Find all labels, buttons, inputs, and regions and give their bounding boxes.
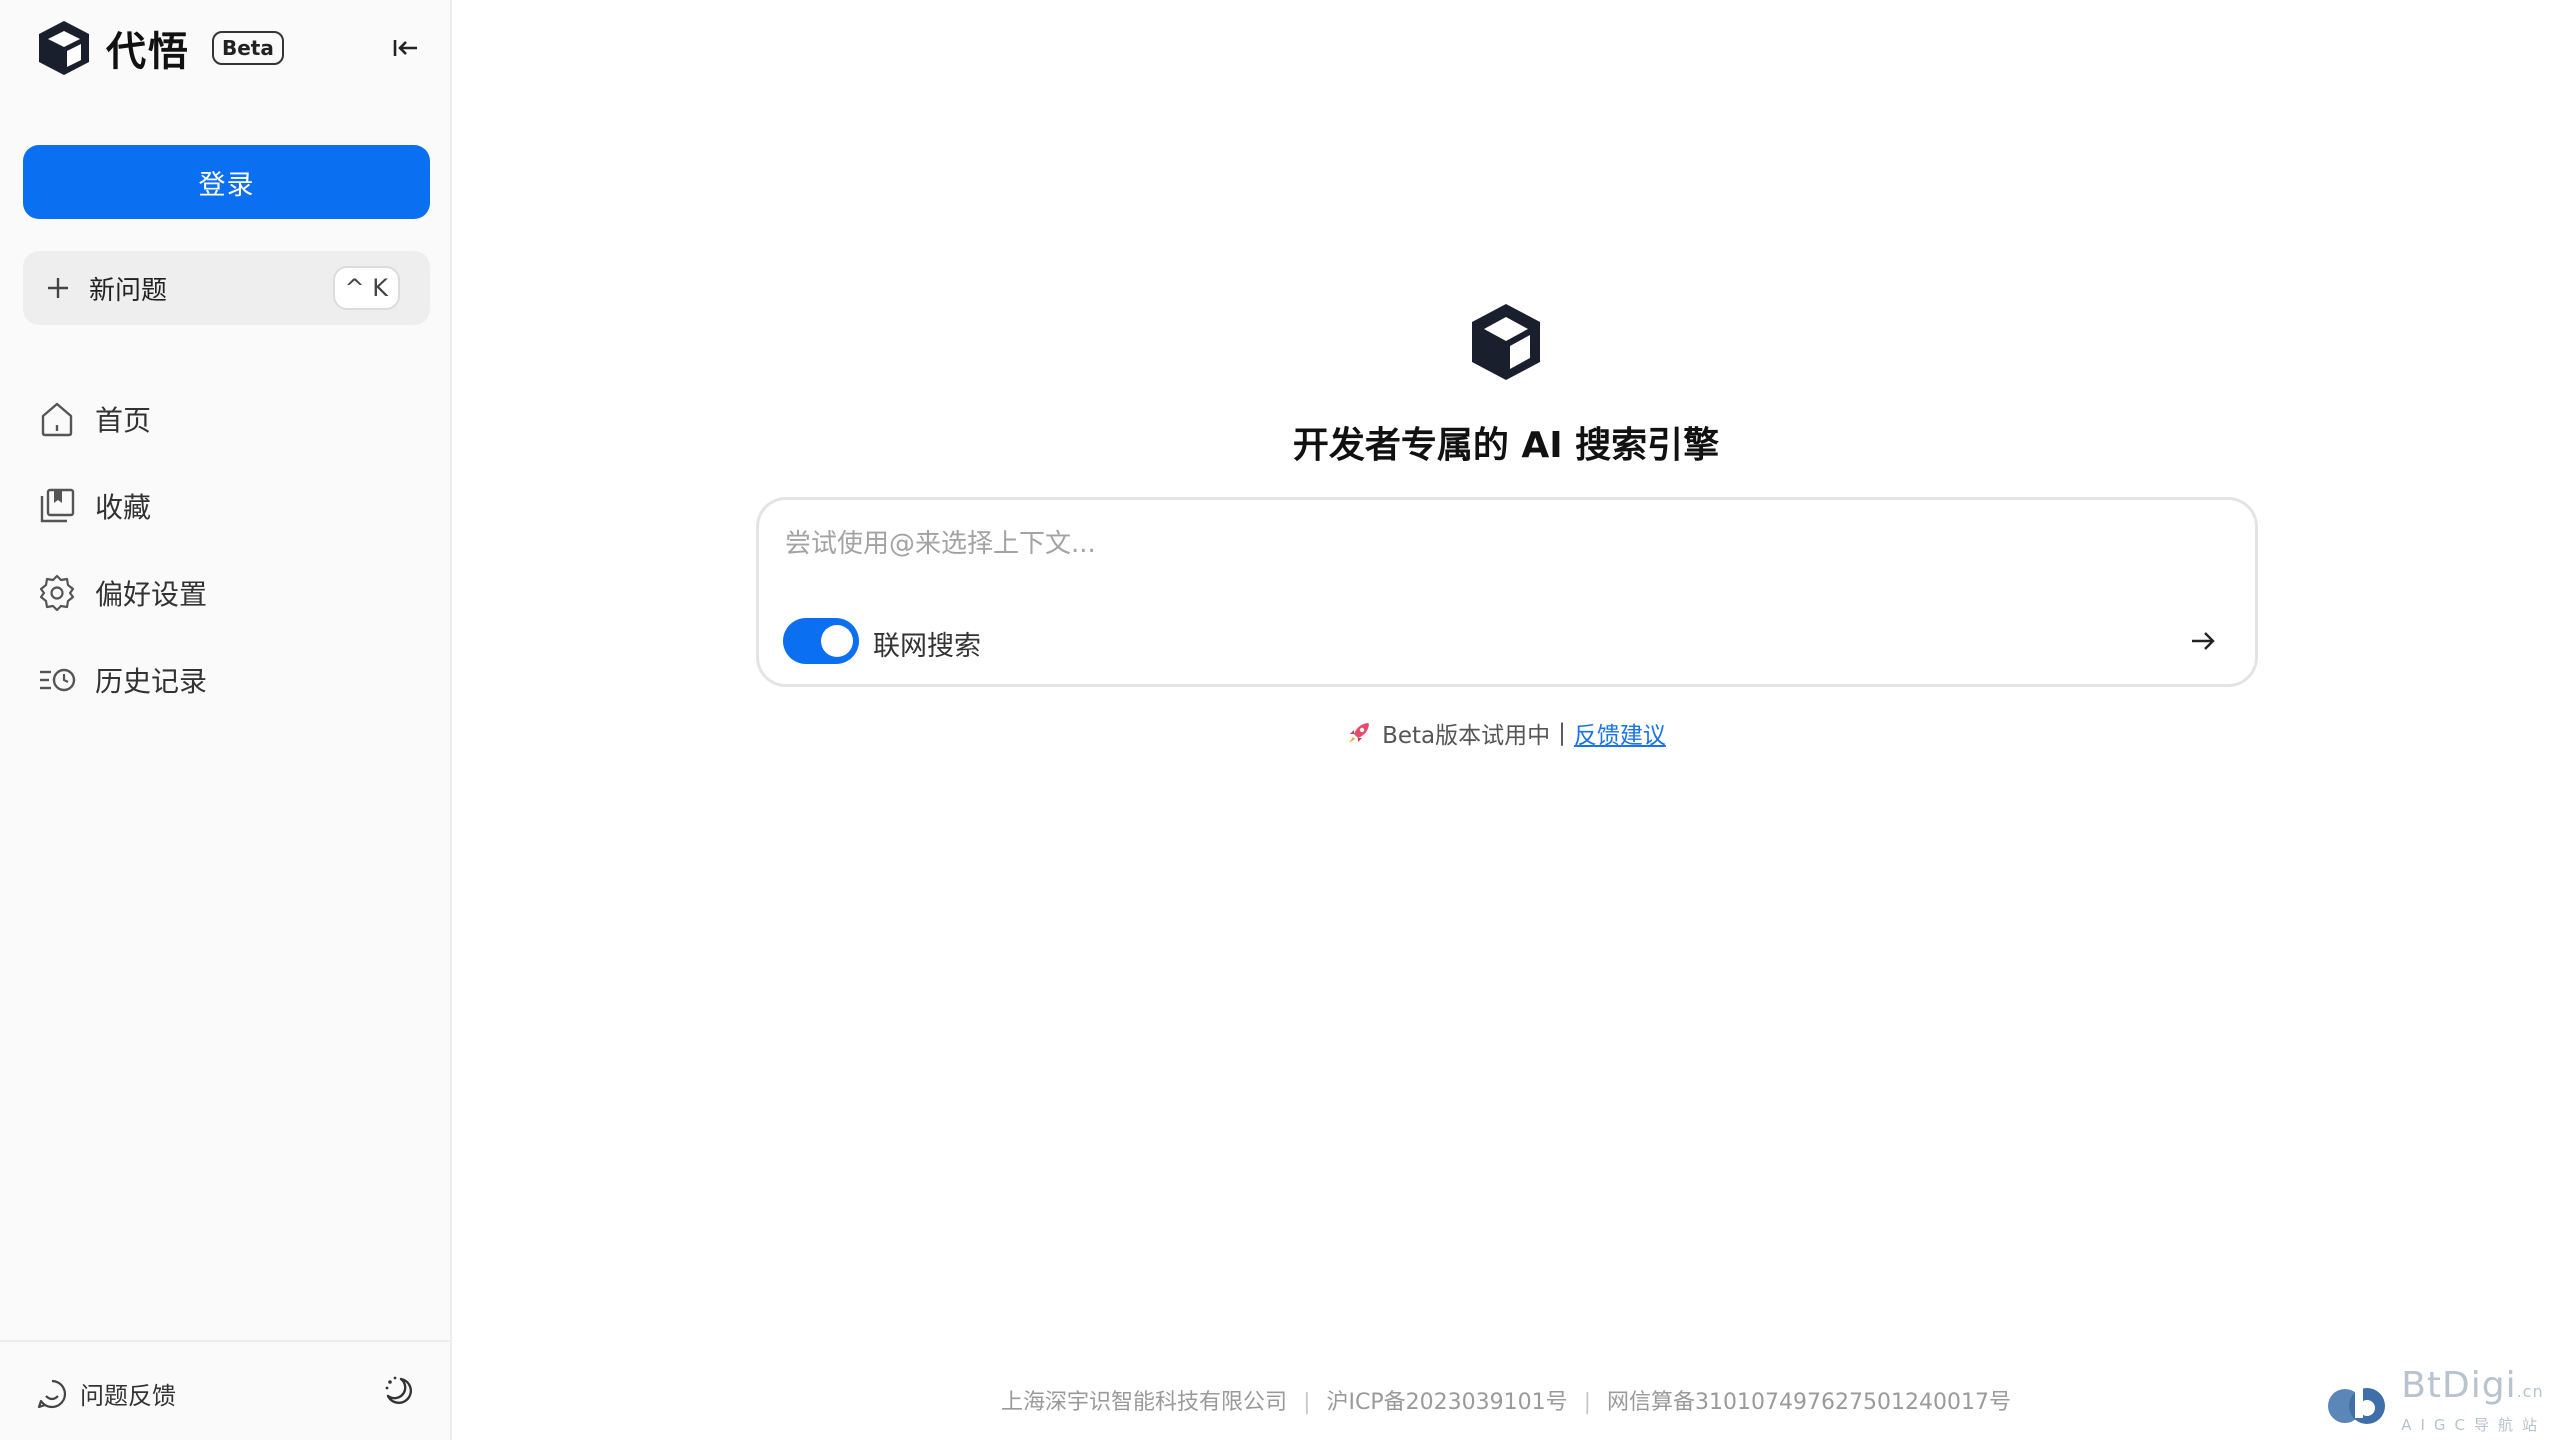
sidebar-nav: 首页 收藏 偏好设置 历史记录 — [23, 390, 430, 738]
sidebar-item-history[interactable]: 历史记录 — [23, 651, 430, 709]
watermark-subtitle: AIGC导航站 — [2401, 1416, 2546, 1434]
bookmark-icon — [40, 488, 75, 523]
shortcut-hint: ^ K — [332, 266, 400, 310]
main-content: 开发者专属的 AI 搜索引擎 联网搜索 Beta版本试用中 | 反馈建议 — [452, 0, 2560, 1440]
hero-logo — [1468, 300, 1544, 384]
page-footer: 上海深宇识智能科技有限公司 | 沪ICP备2023039101号 | 网信算备31010… — [452, 1384, 2560, 1416]
search-input[interactable] — [785, 522, 2225, 566]
new-question-button[interactable]: 新问题 ^ K — [23, 251, 430, 325]
watermark-name: BtDigi.cn — [2401, 1365, 2544, 1406]
sidebar-footer: 问题反馈 — [0, 1340, 450, 1440]
beta-badge: Beta — [212, 31, 284, 65]
sidebar: 代悟 Beta 登录 新问题 ^ K 首页 收藏 偏好设置 历史记录 问题反馈 — [0, 0, 452, 1440]
gear-icon — [39, 574, 75, 612]
collapse-sidebar-button[interactable] — [390, 32, 422, 64]
theme-toggle-icon[interactable] — [382, 1374, 416, 1408]
new-question-label: 新问题 — [89, 275, 168, 306]
watermark: BtDigi.cn AIGC导航站 — [2325, 1366, 2546, 1435]
send-arrow-icon[interactable] — [2187, 625, 2219, 657]
cube-logo-icon — [39, 21, 89, 75]
divider: | — [1303, 1390, 1311, 1415]
sidebar-item-settings[interactable]: 偏好设置 — [23, 564, 430, 622]
beta-note-text: Beta版本试用中 — [1382, 723, 1551, 749]
cube-logo-icon — [1472, 304, 1540, 380]
feedback-suggestion-link[interactable]: 反馈建议 — [1574, 716, 1666, 750]
sidebar-item-label: 历史记录 — [95, 665, 208, 698]
sidebar-item-label: 首页 — [95, 404, 152, 437]
web-search-toggle[interactable] — [783, 618, 859, 664]
company-name: 上海深宇识智能科技有限公司 — [1001, 1390, 1288, 1415]
divider: | — [1583, 1390, 1591, 1415]
beta-notice: Beta版本试用中 | 反馈建议 — [452, 716, 2560, 750]
sidebar-item-label: 偏好设置 — [95, 578, 208, 611]
sidebar-item-bookmarks[interactable]: 收藏 — [23, 477, 430, 535]
collapse-icon — [393, 40, 417, 56]
search-box: 联网搜索 — [756, 497, 2258, 687]
separator: | — [1558, 720, 1566, 746]
brand-name: 代悟 — [106, 29, 190, 75]
sidebar-item-home[interactable]: 首页 — [23, 390, 430, 448]
watermark-text: BtDigi.cn AIGC导航站 — [2401, 1366, 2546, 1435]
rocket-icon — [1349, 723, 1370, 743]
toggle-knob — [821, 625, 853, 657]
plus-icon — [48, 278, 68, 298]
algorithm-filing[interactable]: 网信算备310107497627501240017号 — [1607, 1390, 2011, 1415]
login-button[interactable]: 登录 — [23, 145, 430, 219]
history-icon — [40, 668, 76, 692]
page-title: 开发者专属的 AI 搜索引擎 — [1292, 425, 1720, 466]
web-search-label: 联网搜索 — [873, 631, 981, 662]
icp-number[interactable]: 沪ICP备2023039101号 — [1326, 1390, 1567, 1415]
btdigi-logo-icon — [2328, 1378, 2386, 1424]
feedback-button[interactable]: 问题反馈 — [36, 1376, 176, 1411]
app-root: 代悟 Beta 登录 新问题 ^ K 首页 收藏 偏好设置 历史记录 问题反馈 … — [0, 0, 2560, 1440]
brand[interactable]: 代悟 Beta — [36, 18, 284, 78]
sidebar-item-label: 收藏 — [95, 491, 152, 524]
feedback-label: 问题反馈 — [80, 1382, 176, 1410]
feedback-icon — [37, 1379, 67, 1408]
home-icon — [41, 402, 73, 437]
